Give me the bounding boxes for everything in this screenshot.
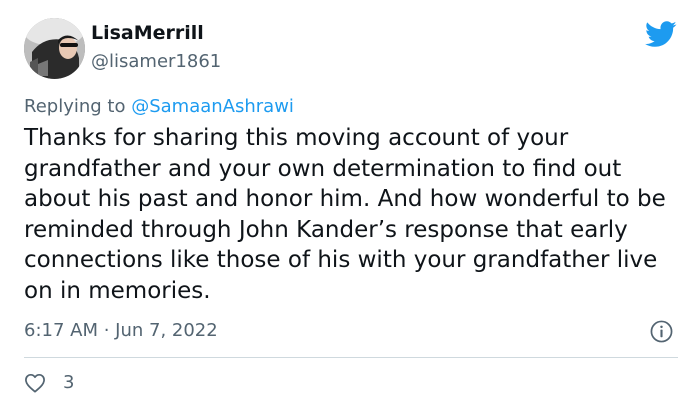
avatar[interactable] <box>24 18 85 79</box>
heart-icon[interactable] <box>24 373 46 393</box>
divider <box>24 357 678 358</box>
info-icon[interactable] <box>650 320 673 343</box>
tweet-text: Thanks for sharing this moving account o… <box>24 125 666 304</box>
replying-to-line: Replying to @SamaanAshrawi <box>24 96 294 117</box>
reply-mention-link[interactable]: @SamaanAshrawi <box>131 96 294 117</box>
author-handle[interactable]: @lisamer1861 <box>91 51 221 72</box>
replying-to-label: Replying to <box>24 96 132 117</box>
twitter-bird-icon[interactable] <box>645 21 677 48</box>
author-display-name[interactable]: LisaMerrill <box>91 22 204 44</box>
like-count: 3 <box>63 372 75 393</box>
tweet-timestamp[interactable]: 6:17 AM · Jun 7, 2022 <box>24 320 218 341</box>
avatar-photo <box>24 18 85 79</box>
